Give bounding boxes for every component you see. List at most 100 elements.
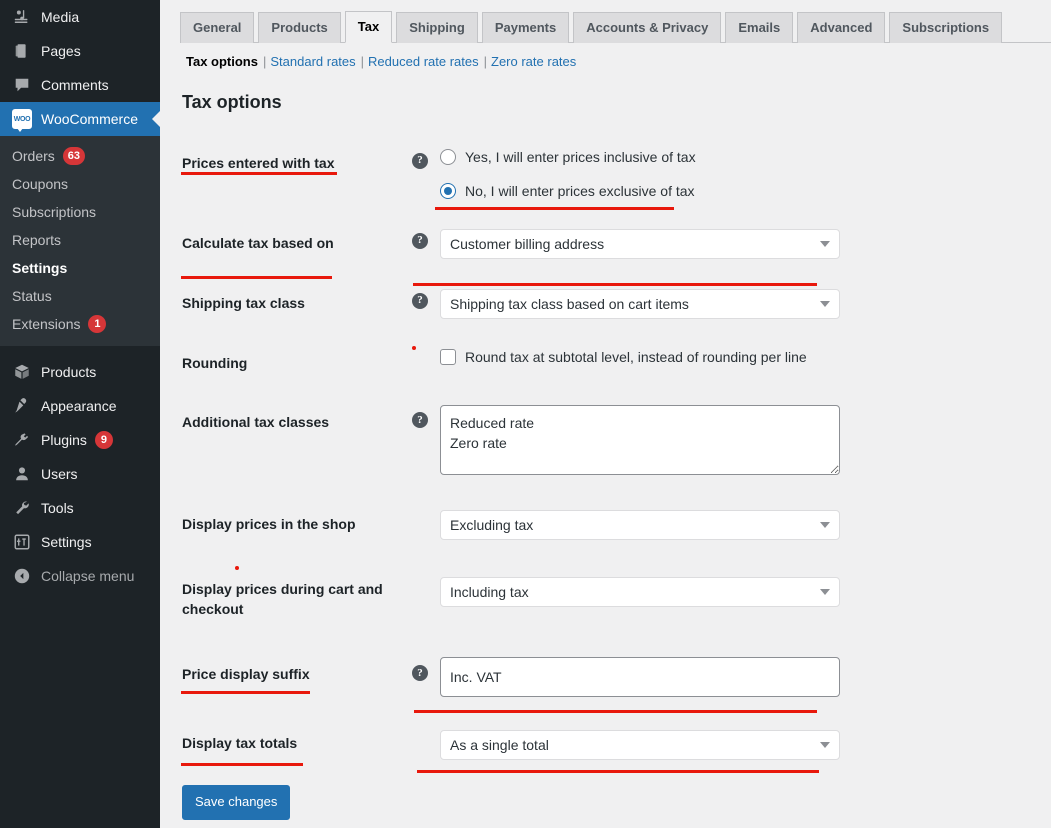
subnav-item-zero-rate-rates[interactable]: Zero rate rates — [491, 54, 576, 69]
field-label-calculate-tax-based-on: Calculate tax based on — [182, 234, 334, 251]
tax-subnav: Tax options | Standard rates | Reduced r… — [186, 54, 1051, 69]
radio-option-inclusive[interactable]: Yes, I will enter prices inclusive of ta… — [440, 148, 1041, 165]
sidebar-item-label: Media — [41, 9, 80, 25]
sidebar-item-label: Comments — [41, 77, 109, 93]
submenu-item-label: Subscriptions — [12, 204, 97, 220]
field-label-additional-tax-classes: Additional tax classes — [182, 414, 330, 431]
radio-exclusive-input[interactable] — [440, 182, 456, 199]
field-row-display-tax-totals: Display tax totals As a single total — [180, 712, 1051, 775]
appearance-icon — [12, 396, 32, 416]
tools-icon — [12, 498, 32, 518]
help-icon: ? — [412, 292, 428, 309]
tab-subscriptions[interactable]: Subscriptions — [889, 12, 1003, 43]
sidebar-item-label: Pages — [41, 43, 81, 59]
sidebar-item-label: Settings — [41, 534, 92, 550]
settings-tab-bar: General Products Tax Shipping Payments A… — [180, 0, 1051, 43]
help-tip-additional-tax-classes[interactable]: ? — [412, 405, 440, 429]
display-prices-shop-select[interactable]: Excluding tax — [440, 510, 840, 541]
tab-shipping[interactable]: Shipping — [396, 12, 478, 43]
help-tip-price-display-suffix[interactable]: ? — [412, 657, 440, 682]
shipping-tax-class-select[interactable]: Shipping tax class based on cart items — [440, 288, 840, 319]
help-icon: ? — [412, 412, 428, 429]
tab-payments[interactable]: Payments — [481, 12, 570, 43]
help-tip-prices-entered[interactable]: ? — [412, 149, 440, 169]
field-row-price-display-suffix: Price display suffix ? — [180, 639, 1051, 712]
tab-general[interactable]: General — [180, 12, 255, 43]
sidebar-item-comments[interactable]: Comments — [0, 68, 160, 102]
submenu-item-extensions[interactable]: Extensions 1 — [0, 310, 160, 338]
submenu-item-label: Status — [12, 288, 52, 304]
sidebar-item-users[interactable]: Users — [0, 457, 160, 491]
save-changes-button[interactable]: Save changes — [182, 785, 291, 821]
sidebar-item-label: Plugins — [41, 432, 87, 448]
sidebar-item-tools[interactable]: Tools — [0, 491, 160, 525]
submenu-item-label: Coupons — [12, 176, 69, 192]
tab-accounts-privacy[interactable]: Accounts & Privacy — [573, 12, 722, 43]
tab-products[interactable]: Products — [258, 12, 341, 43]
submenu-item-subscriptions[interactable]: Subscriptions — [0, 198, 160, 226]
sidebar-item-label: WooCommerce — [41, 111, 138, 127]
subnav-separator: | — [360, 54, 365, 69]
sidebar-item-pages[interactable]: Pages — [0, 34, 160, 68]
help-tip-shipping-tax-class[interactable]: ? — [412, 289, 440, 309]
rounding-checkbox[interactable] — [440, 348, 456, 365]
field-row-prices-entered-with-tax: Prices entered with tax ? Yes, I will en… — [180, 134, 1051, 214]
field-row-rounding: Rounding Round tax at subtotal level, in… — [180, 334, 1051, 394]
rounding-checkbox-label: Round tax at subtotal level, instead of … — [465, 348, 807, 365]
field-label-shipping-tax-class: Shipping tax class — [182, 294, 305, 311]
radio-inclusive-input[interactable] — [440, 148, 456, 165]
form-submit-row: Save changes — [182, 785, 1051, 821]
sidebar-item-media[interactable]: Media — [0, 0, 160, 34]
subnav-item-tax-options[interactable]: Tax options — [186, 54, 258, 69]
radio-option-exclusive[interactable]: No, I will enter prices exclusive of tax — [440, 182, 1041, 199]
submenu-item-orders[interactable]: Orders 63 — [0, 142, 160, 170]
plugins-count-badge: 9 — [94, 431, 113, 449]
rounding-checkbox-row[interactable]: Round tax at subtotal level, instead of … — [440, 348, 1041, 365]
users-icon — [12, 464, 32, 484]
field-label-price-display-suffix: Price display suffix — [182, 666, 310, 683]
additional-tax-classes-textarea[interactable]: Reduced rate Zero rate — [440, 405, 840, 476]
calculate-tax-based-on-select[interactable]: Customer billing address — [440, 228, 840, 259]
sidebar-item-appearance[interactable]: Appearance — [0, 389, 160, 423]
tab-emails[interactable]: Emails — [725, 12, 794, 43]
submenu-item-settings[interactable]: Settings — [0, 254, 160, 282]
tab-tax[interactable]: Tax — [344, 11, 393, 43]
subnav-item-reduced-rate-rates[interactable]: Reduced rate rates — [368, 54, 479, 69]
field-row-calculate-tax-based-on: Calculate tax based on ? Customer billin… — [180, 214, 1051, 274]
tax-options-form: Prices entered with tax ? Yes, I will en… — [180, 134, 1051, 821]
subnav-separator: | — [262, 54, 267, 69]
sidebar-item-woocommerce[interactable]: WOO WooCommerce — [0, 102, 160, 136]
sidebar-item-label: Tools — [41, 500, 74, 516]
subnav-separator: | — [483, 54, 488, 69]
rounding-help-spacer — [412, 349, 440, 353]
field-row-additional-tax-classes: Additional tax classes ? Reduced rate Ze… — [180, 393, 1051, 495]
pages-icon — [12, 41, 32, 61]
submenu-item-status[interactable]: Status — [0, 282, 160, 310]
settings-content: General Products Tax Shipping Payments A… — [160, 0, 1051, 828]
collapse-menu-label: Collapse menu — [41, 568, 135, 584]
plugins-icon — [12, 430, 32, 450]
products-icon — [12, 362, 32, 382]
sidebar-item-plugins[interactable]: Plugins 9 — [0, 423, 160, 457]
subnav-item-standard-rates[interactable]: Standard rates — [270, 54, 355, 69]
submenu-item-coupons[interactable]: Coupons — [0, 170, 160, 198]
submenu-item-label: Orders — [12, 148, 55, 164]
price-display-suffix-input[interactable] — [440, 657, 840, 698]
submenu-item-label: Reports — [12, 232, 62, 248]
sidebar-item-settings[interactable]: Settings — [0, 525, 160, 559]
display-prices-cart-select[interactable]: Including tax — [440, 577, 840, 608]
sidebar-top-menu: Media Pages Comments WOO WooCommerce — [0, 0, 160, 136]
submenu-item-label: Extensions — [12, 316, 81, 332]
field-label-display-prices-cart: Display prices during cart and checkout — [182, 581, 383, 617]
display-prices-cart-help-spacer — [412, 577, 440, 581]
collapse-arrow-icon — [12, 566, 32, 586]
comments-icon — [12, 75, 32, 95]
tab-advanced[interactable]: Advanced — [797, 12, 886, 43]
collapse-menu-button[interactable]: Collapse menu — [0, 559, 160, 593]
submenu-item-reports[interactable]: Reports — [0, 226, 160, 254]
display-tax-totals-select[interactable]: As a single total — [440, 730, 840, 761]
sidebar-item-products[interactable]: Products — [0, 355, 160, 389]
radio-inclusive-label: Yes, I will enter prices inclusive of ta… — [465, 148, 696, 165]
help-tip-calculate-tax[interactable]: ? — [412, 229, 440, 249]
sidebar-item-label: Users — [41, 466, 78, 482]
